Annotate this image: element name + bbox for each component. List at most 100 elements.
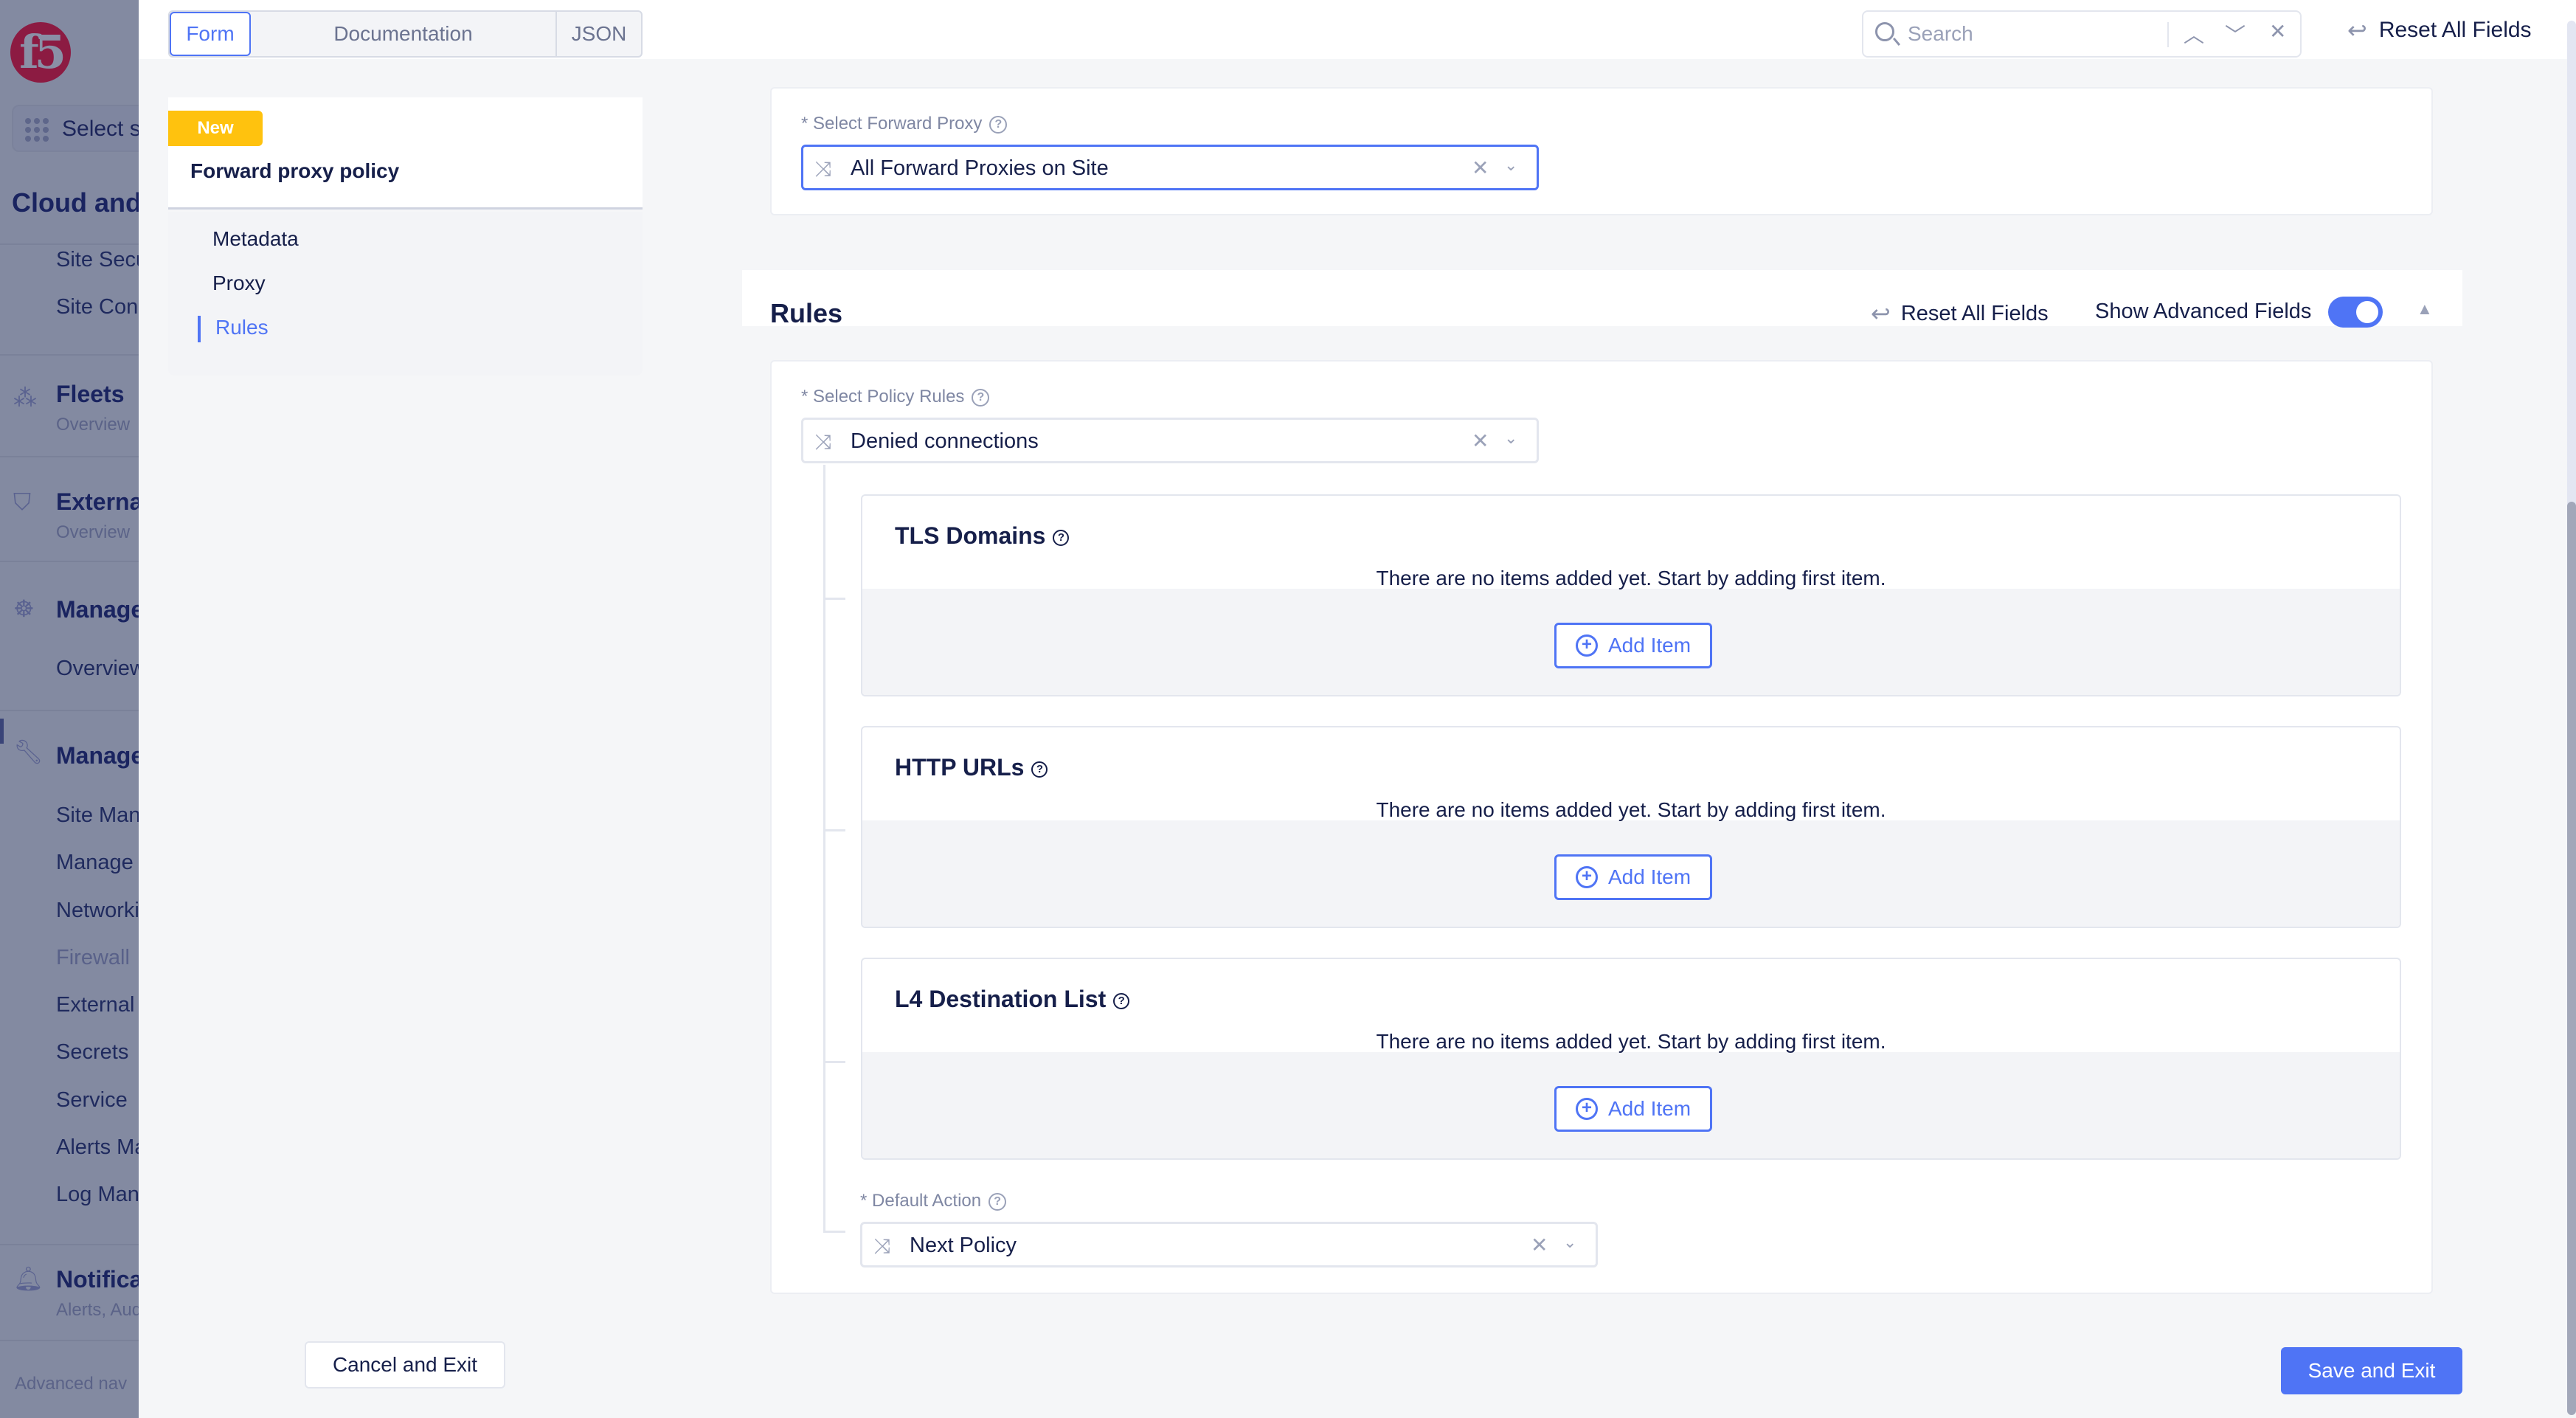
chevron-down-icon[interactable]: ﹀	[2225, 19, 2246, 49]
section-proxy[interactable]: Proxy	[212, 272, 266, 295]
list-footer: + Add Item	[862, 820, 2400, 927]
chevron-down-icon[interactable]: ⌄	[1504, 429, 1517, 448]
nav-item[interactable]: Secrets	[56, 1040, 128, 1065]
nav-section-title: Cloud and Edge Sites	[12, 187, 139, 218]
nav-item[interactable]: Log Management	[56, 1183, 139, 1207]
nav-group-notifications[interactable]: Notifications	[56, 1266, 139, 1293]
chevron-down-icon[interactable]: ⌄	[1563, 1233, 1576, 1252]
divider	[0, 243, 139, 245]
new-badge: New	[168, 111, 263, 146]
route-icon: ⤨	[815, 430, 832, 453]
add-item-button[interactable]: + Add Item	[1554, 623, 1712, 668]
list-title: L4 Destination List	[895, 986, 1107, 1012]
scrollbar-thumb[interactable]	[2567, 502, 2576, 1415]
cancel-and-exit-button[interactable]: Cancel and Exit	[305, 1341, 505, 1388]
tab-json[interactable]: JSON	[557, 12, 641, 56]
plus-circle-icon: +	[1575, 866, 1598, 888]
nav-item[interactable]: Site Management	[56, 803, 139, 828]
undo-icon: ↩	[2347, 17, 2367, 44]
helm-icon: ☸	[13, 595, 35, 622]
nav-item-site-security[interactable]: Site Security	[56, 248, 139, 272]
add-item-button[interactable]: + Add Item	[1554, 854, 1712, 900]
http-urls-list: HTTP URLs? + Add Item There are no items …	[861, 726, 2401, 928]
route-icon: ⤨	[815, 157, 832, 180]
show-advanced-label: Show Advanced Fields	[2095, 300, 2312, 323]
rules-reset-button[interactable]: ↩ Reset All Fields	[1871, 300, 2049, 328]
help-icon[interactable]: ?	[1031, 761, 1048, 778]
f5-logo[interactable]: f5	[10, 22, 71, 83]
nav-caption: Overview	[56, 415, 131, 435]
nav-caption: Alerts, Audit	[56, 1300, 139, 1320]
search-input[interactable]	[1908, 19, 2173, 49]
service-selector[interactable]: Select service	[12, 105, 139, 152]
chevron-up-icon[interactable]: ︿	[2184, 19, 2204, 49]
divider	[0, 561, 139, 562]
list-footer: + Add Item	[862, 1052, 2400, 1158]
save-and-exit-button[interactable]: Save and Exit	[2281, 1347, 2462, 1394]
active-indicator	[0, 719, 4, 744]
tree-branch	[823, 1061, 845, 1063]
clear-icon[interactable]: ✕	[1472, 156, 1489, 180]
help-icon[interactable]: ?	[988, 1192, 1007, 1211]
tree-branch	[823, 1231, 845, 1233]
policy-rules-label: * Select Policy Rules?	[801, 387, 990, 407]
list-footer: + Add Item	[862, 589, 2400, 695]
empty-message: There are no items added yet. Start by a…	[1376, 1030, 1886, 1053]
plus-circle-icon: +	[1575, 1098, 1598, 1120]
nav-item[interactable]: Service	[56, 1088, 128, 1113]
help-icon[interactable]: ?	[989, 115, 1008, 134]
divider	[0, 456, 139, 457]
tree-branch	[823, 598, 845, 600]
wrench-icon: 🔧︎	[13, 739, 44, 765]
grid-icon	[25, 118, 49, 142]
left-navigation: f5 Select service Cloud and Edge Sites S…	[0, 0, 139, 1418]
nav-item-site-connectivity[interactable]: Site Connectivity	[56, 295, 139, 319]
help-icon[interactable]: ?	[972, 388, 990, 407]
section-metadata[interactable]: Metadata	[212, 227, 299, 251]
empty-message: There are no items added yet. Start by a…	[1376, 567, 1886, 589]
add-item-button[interactable]: + Add Item	[1554, 1086, 1712, 1132]
divider	[2167, 22, 2169, 47]
default-action-select[interactable]: ⤨ Next Policy ✕ ⌄	[860, 1222, 1598, 1267]
form-title: Forward proxy policy	[190, 159, 400, 182]
nav-item[interactable]: Firewall	[56, 946, 130, 970]
forward-proxy-label: * Select Forward Proxy?	[801, 114, 1008, 134]
rules-title: Rules	[770, 298, 843, 328]
chevron-down-icon[interactable]: ⌄	[1504, 156, 1517, 175]
nav-group-manage-active[interactable]: Manage	[56, 742, 139, 769]
help-icon[interactable]: ?	[1053, 529, 1070, 546]
undo-icon: ↩	[1871, 300, 1891, 327]
show-advanced-toggle[interactable]	[2328, 297, 2383, 328]
empty-message: There are no items added yet. Start by a…	[1376, 798, 1886, 821]
advanced-nav-link[interactable]: Advanced nav	[15, 1374, 127, 1394]
search-box: ︿ ﹀ ✕	[1862, 10, 2302, 58]
close-icon[interactable]: ✕	[2269, 19, 2286, 44]
tab-documentation[interactable]: Documentation	[251, 12, 557, 56]
list-title: TLS Domains	[895, 522, 1046, 549]
collapse-icon[interactable]: ▲	[2417, 300, 2433, 319]
nav-item[interactable]: Networking	[56, 899, 139, 923]
divider	[0, 354, 139, 356]
nav-group-manage[interactable]: Manage	[56, 596, 139, 623]
list-title: HTTP URLs	[895, 754, 1025, 781]
external-shield-icon: ⛉	[13, 488, 32, 515]
divider	[0, 1340, 139, 1341]
section-rules[interactable]: Rules	[215, 316, 269, 339]
policy-rules-select[interactable]: ⤨ Denied connections ✕ ⌄	[801, 418, 1539, 463]
tree-branch	[823, 829, 845, 831]
tab-form[interactable]: Form	[170, 12, 251, 56]
nav-item[interactable]: Manage	[56, 851, 134, 875]
clear-icon[interactable]: ✕	[1472, 429, 1489, 453]
nav-caption: Overview	[56, 522, 131, 542]
view-tabs: Form Documentation JSON	[168, 10, 643, 58]
nav-group-fleets[interactable]: Fleets	[56, 381, 124, 408]
nav-item[interactable]: External	[56, 993, 134, 1017]
reset-all-fields-button[interactable]: ↩ Reset All Fields	[2347, 16, 2532, 44]
clear-icon[interactable]: ✕	[1531, 1233, 1548, 1257]
nav-item[interactable]: Alerts Management	[56, 1135, 139, 1160]
help-icon[interactable]: ?	[1113, 992, 1130, 1009]
nav-group-external[interactable]: External Services	[56, 488, 139, 516]
nav-item-overview[interactable]: Overview	[56, 657, 139, 681]
route-icon: ⤨	[874, 1234, 891, 1257]
forward-proxy-select[interactable]: ⤨ All Forward Proxies on Site ✕ ⌄	[801, 145, 1539, 190]
